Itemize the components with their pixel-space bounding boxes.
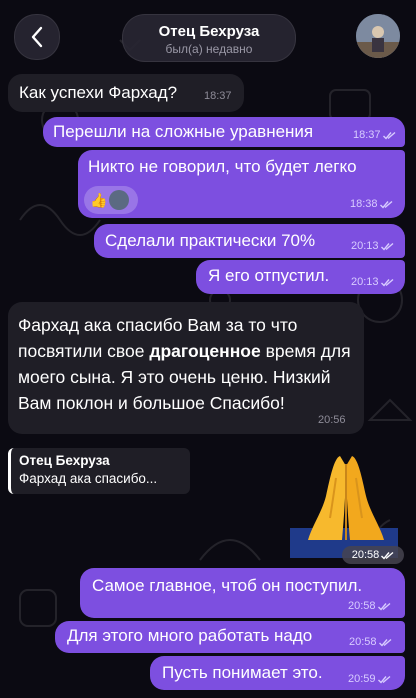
message-bubble[interactable]: Пусть понимает это. 20:59	[150, 656, 405, 690]
message-time: 18:37	[204, 90, 232, 102]
message-time: 20:13	[351, 240, 379, 252]
message-text: Самое главное, чтоб он поступил.	[92, 576, 363, 595]
avatar-image	[356, 14, 400, 58]
reply-author: Отец Бехруза	[19, 453, 110, 468]
message-text: Никто не говорил, что будет легко	[88, 157, 357, 176]
double-check-icon	[377, 602, 390, 611]
message-time: 18:37	[353, 129, 381, 141]
message-bubble[interactable]: Фархад ака спасибо Вам за то что посвяти…	[8, 302, 364, 434]
message-bubble[interactable]: Как успехи Фархад? 18:37	[8, 74, 244, 112]
message-bubble[interactable]: Перешли на сложные уравнения 18:37	[43, 117, 405, 147]
double-check-icon	[381, 551, 394, 560]
chat-title[interactable]: Отец Бехруза был(а) недавно	[122, 14, 296, 62]
message-time: 20:56	[318, 414, 346, 426]
chevron-left-icon	[31, 26, 43, 48]
message-text: Как успехи Фархад?	[19, 83, 178, 102]
message-time: 20:58	[351, 549, 380, 561]
back-button[interactable]	[14, 14, 60, 60]
sticker-time: 20:58	[342, 546, 404, 564]
message-bubble[interactable]: Для этого много работать надо 20:58	[55, 621, 405, 653]
avatar[interactable]	[356, 14, 400, 58]
message-text: Перешли на сложные уравнения	[53, 122, 314, 141]
message-time: 20:13	[351, 276, 379, 288]
message-time: 20:58	[349, 636, 377, 648]
double-check-icon	[379, 200, 392, 209]
double-check-icon	[377, 675, 390, 684]
contact-status: был(а) недавно	[165, 42, 253, 56]
message-text: Сделали практически 70%	[105, 231, 316, 250]
reply-preview[interactable]: Отец Бехруза Фархад ака спасибо...	[8, 448, 190, 494]
double-check-icon	[378, 638, 391, 647]
message-time: 20:58	[348, 600, 376, 612]
message-text: Для этого много работать надо	[67, 626, 313, 645]
message-bubble[interactable]: Сделали практически 70% 20:13	[94, 224, 405, 258]
message-text: Фархад ака спасибо Вам за то что посвяти…	[18, 315, 351, 413]
message-time: 20:59	[348, 673, 376, 685]
thumbs-up-icon: 👍	[90, 191, 108, 208]
message-bubble[interactable]: Никто не говорил, что будет легко 👍 18:3…	[78, 150, 405, 218]
contact-name: Отец Бехруза	[158, 23, 260, 40]
double-check-icon	[380, 242, 393, 251]
message-time: 18:38	[350, 198, 378, 210]
double-check-icon	[382, 131, 395, 140]
message-bubble[interactable]: Самое главное, чтоб он поступил. 20:58	[80, 568, 405, 618]
praying-hands-icon	[290, 456, 398, 558]
reply-text: Фархад ака спасибо...	[19, 471, 158, 486]
message-bubble[interactable]: Я его отпустил. 20:13	[196, 260, 405, 294]
double-check-icon	[380, 278, 393, 287]
message-text: Я его отпустил.	[208, 266, 330, 285]
reaction-avatar	[109, 190, 130, 210]
sticker[interactable]	[290, 448, 406, 560]
message-text: Пусть понимает это.	[162, 663, 323, 682]
reaction-badge[interactable]: 👍	[84, 186, 138, 214]
